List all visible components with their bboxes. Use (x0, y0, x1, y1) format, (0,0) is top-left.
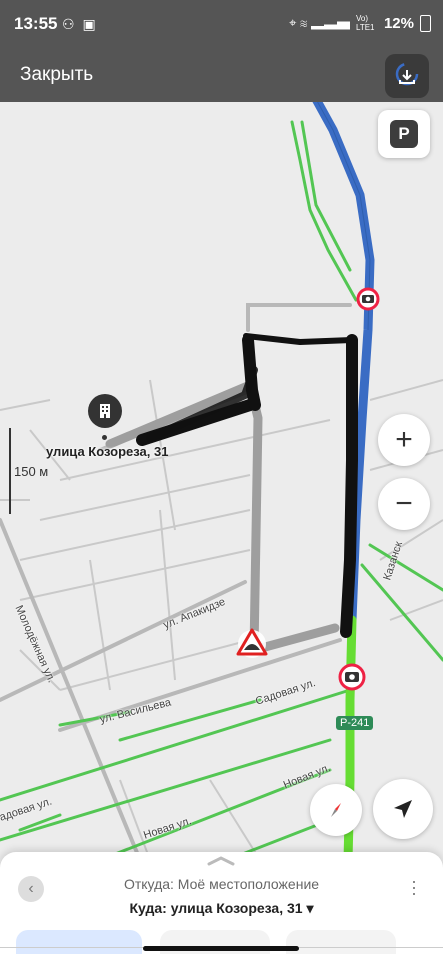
network-type: Vo) LTE1 (355, 14, 375, 32)
poi-marker-dot (102, 435, 107, 440)
speed-camera-icon-2 (338, 663, 366, 691)
zoom-out-button[interactable]: − (378, 478, 430, 530)
road-number-badge: Р-241 (336, 716, 374, 730)
scale-bar (9, 428, 11, 514)
status-right: ⌖ ≋ ▂▃▅ Vo) LTE1 12% (289, 14, 431, 32)
close-button[interactable]: Закрыть (20, 64, 93, 86)
status-time: 13:55 (14, 14, 58, 33)
route-from[interactable]: Откуда: Моё местоположение (0, 876, 443, 892)
compass-button[interactable] (310, 784, 362, 836)
navigation-arrow-icon (394, 800, 412, 818)
sheet-handle-icon[interactable] (205, 856, 237, 866)
status-bar: 13:55 ⚇ ▣ ⌖ ≋ ▂▃▅ Vo) LTE1 12% (0, 0, 443, 48)
battery-level: 12% (383, 14, 414, 32)
download-button[interactable] (385, 54, 429, 98)
tab-walk[interactable] (286, 930, 396, 954)
notification-icons: ⚇ ▣ (62, 16, 98, 32)
scale-label: 150 м (14, 464, 49, 479)
road-bump-warning-icon (236, 628, 268, 658)
route-to[interactable]: Куда: улица Козореза, 31 ▾ (0, 900, 443, 917)
route-bottom-sheet[interactable]: ‹ Откуда: Моё местоположение Куда: улица… (0, 852, 443, 960)
battery-icon (420, 14, 431, 32)
parking-button[interactable]: P (378, 110, 430, 158)
compass-icon (331, 802, 341, 818)
building-glyph (100, 404, 110, 418)
signal-icons: ⌖ ≋ ▂▃▅ (289, 15, 350, 30)
more-vertical-icon[interactable]: · · · (411, 872, 417, 902)
parking-icon: P (390, 120, 418, 148)
tab-car[interactable] (16, 930, 142, 954)
speed-camera-icon (356, 287, 380, 311)
top-toolbar: Закрыть (0, 48, 443, 102)
plus-icon: + (395, 423, 413, 456)
building-icon[interactable] (88, 394, 122, 428)
download-icon (395, 63, 419, 86)
minus-icon: − (395, 487, 413, 520)
poi-label[interactable]: улица Козореза, 31 (46, 444, 168, 459)
home-indicator[interactable] (143, 946, 299, 951)
zoom-in-button[interactable]: + (378, 414, 430, 466)
my-location-button[interactable] (373, 779, 433, 839)
